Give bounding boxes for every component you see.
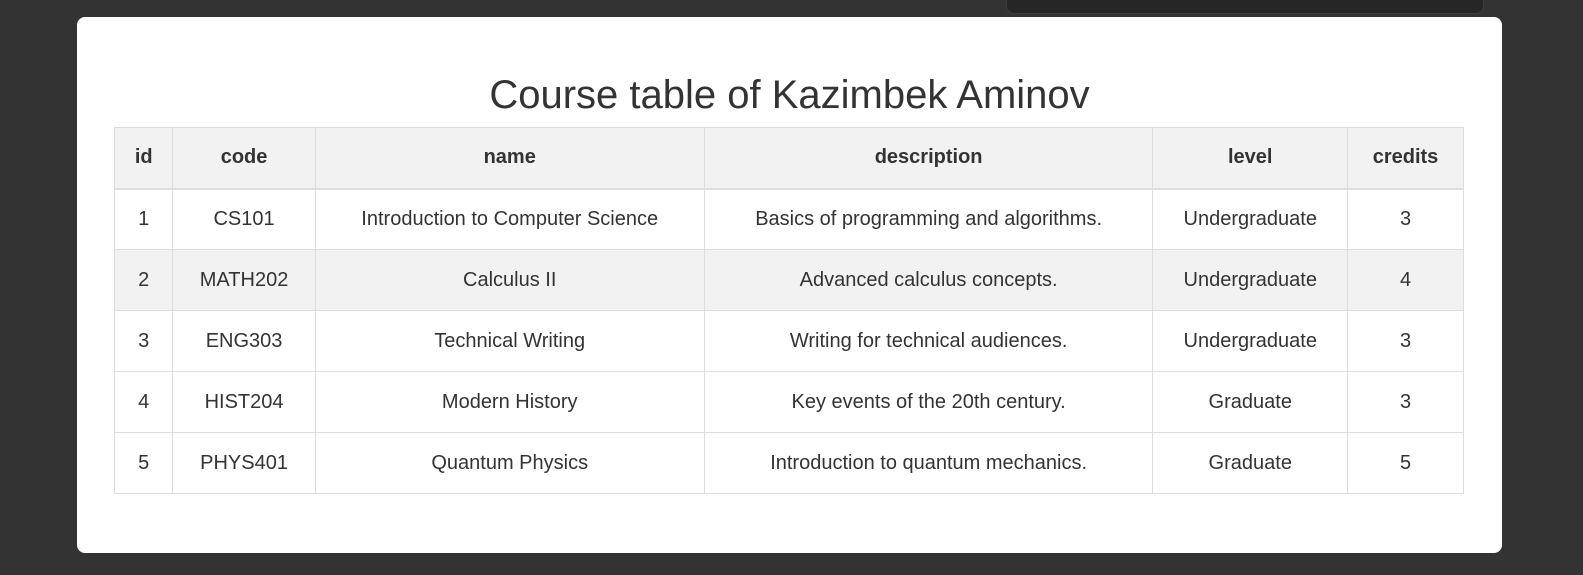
cell-id: 2	[113, 249, 174, 311]
table-row: 5 PHYS401 Quantum Physics Introduction t…	[113, 432, 1464, 494]
cell-description: Basics of programming and algorithms.	[703, 188, 1154, 250]
cell-name: Introduction to Computer Science	[314, 188, 705, 250]
cell-code: MATH202	[172, 249, 316, 311]
column-header-credits: credits	[1347, 127, 1464, 190]
cell-credits: 4	[1347, 249, 1464, 311]
cell-name: Quantum Physics	[314, 432, 705, 494]
cell-code: PHYS401	[172, 432, 316, 494]
column-header-name: name	[314, 127, 705, 190]
cell-level: Undergraduate	[1152, 249, 1349, 311]
cell-id: 1	[113, 188, 174, 250]
cell-description: Advanced calculus concepts.	[703, 249, 1154, 311]
cell-level: Undergraduate	[1152, 310, 1349, 372]
cell-id: 4	[113, 371, 174, 433]
column-header-description: description	[703, 127, 1154, 190]
table-row: 2 MATH202 Calculus II Advanced calculus …	[113, 249, 1464, 311]
cell-code: HIST204	[172, 371, 316, 433]
cell-credits: 5	[1347, 432, 1464, 494]
cell-credits: 3	[1347, 310, 1464, 372]
top-floating-panel	[1006, 0, 1484, 14]
cell-description: Key events of the 20th century.	[703, 371, 1154, 433]
cell-description: Writing for technical audiences.	[703, 310, 1154, 372]
content-card: Course table of Kazimbek Aminov id code …	[77, 17, 1502, 553]
cell-name: Technical Writing	[314, 310, 705, 372]
cell-description: Introduction to quantum mechanics.	[703, 432, 1154, 494]
column-header-code: code	[172, 127, 316, 190]
cell-credits: 3	[1347, 188, 1464, 250]
course-table: id code name description level credits 1…	[113, 127, 1464, 494]
cell-id: 5	[113, 432, 174, 494]
cell-code: CS101	[172, 188, 316, 250]
cell-name: Modern History	[314, 371, 705, 433]
cell-credits: 3	[1347, 371, 1464, 433]
table-header-row: id code name description level credits	[113, 127, 1464, 190]
cell-code: ENG303	[172, 310, 316, 372]
cell-id: 3	[113, 310, 174, 372]
table-row: 1 CS101 Introduction to Computer Science…	[113, 188, 1464, 250]
cell-level: Undergraduate	[1152, 188, 1349, 250]
cell-name: Calculus II	[314, 249, 705, 311]
table-row: 4 HIST204 Modern History Key events of t…	[113, 371, 1464, 433]
cell-level: Graduate	[1152, 432, 1349, 494]
column-header-level: level	[1152, 127, 1349, 190]
column-header-id: id	[113, 127, 174, 190]
page-title: Course table of Kazimbek Aminov	[489, 73, 1090, 117]
cell-level: Graduate	[1152, 371, 1349, 433]
table-row: 3 ENG303 Technical Writing Writing for t…	[113, 310, 1464, 372]
